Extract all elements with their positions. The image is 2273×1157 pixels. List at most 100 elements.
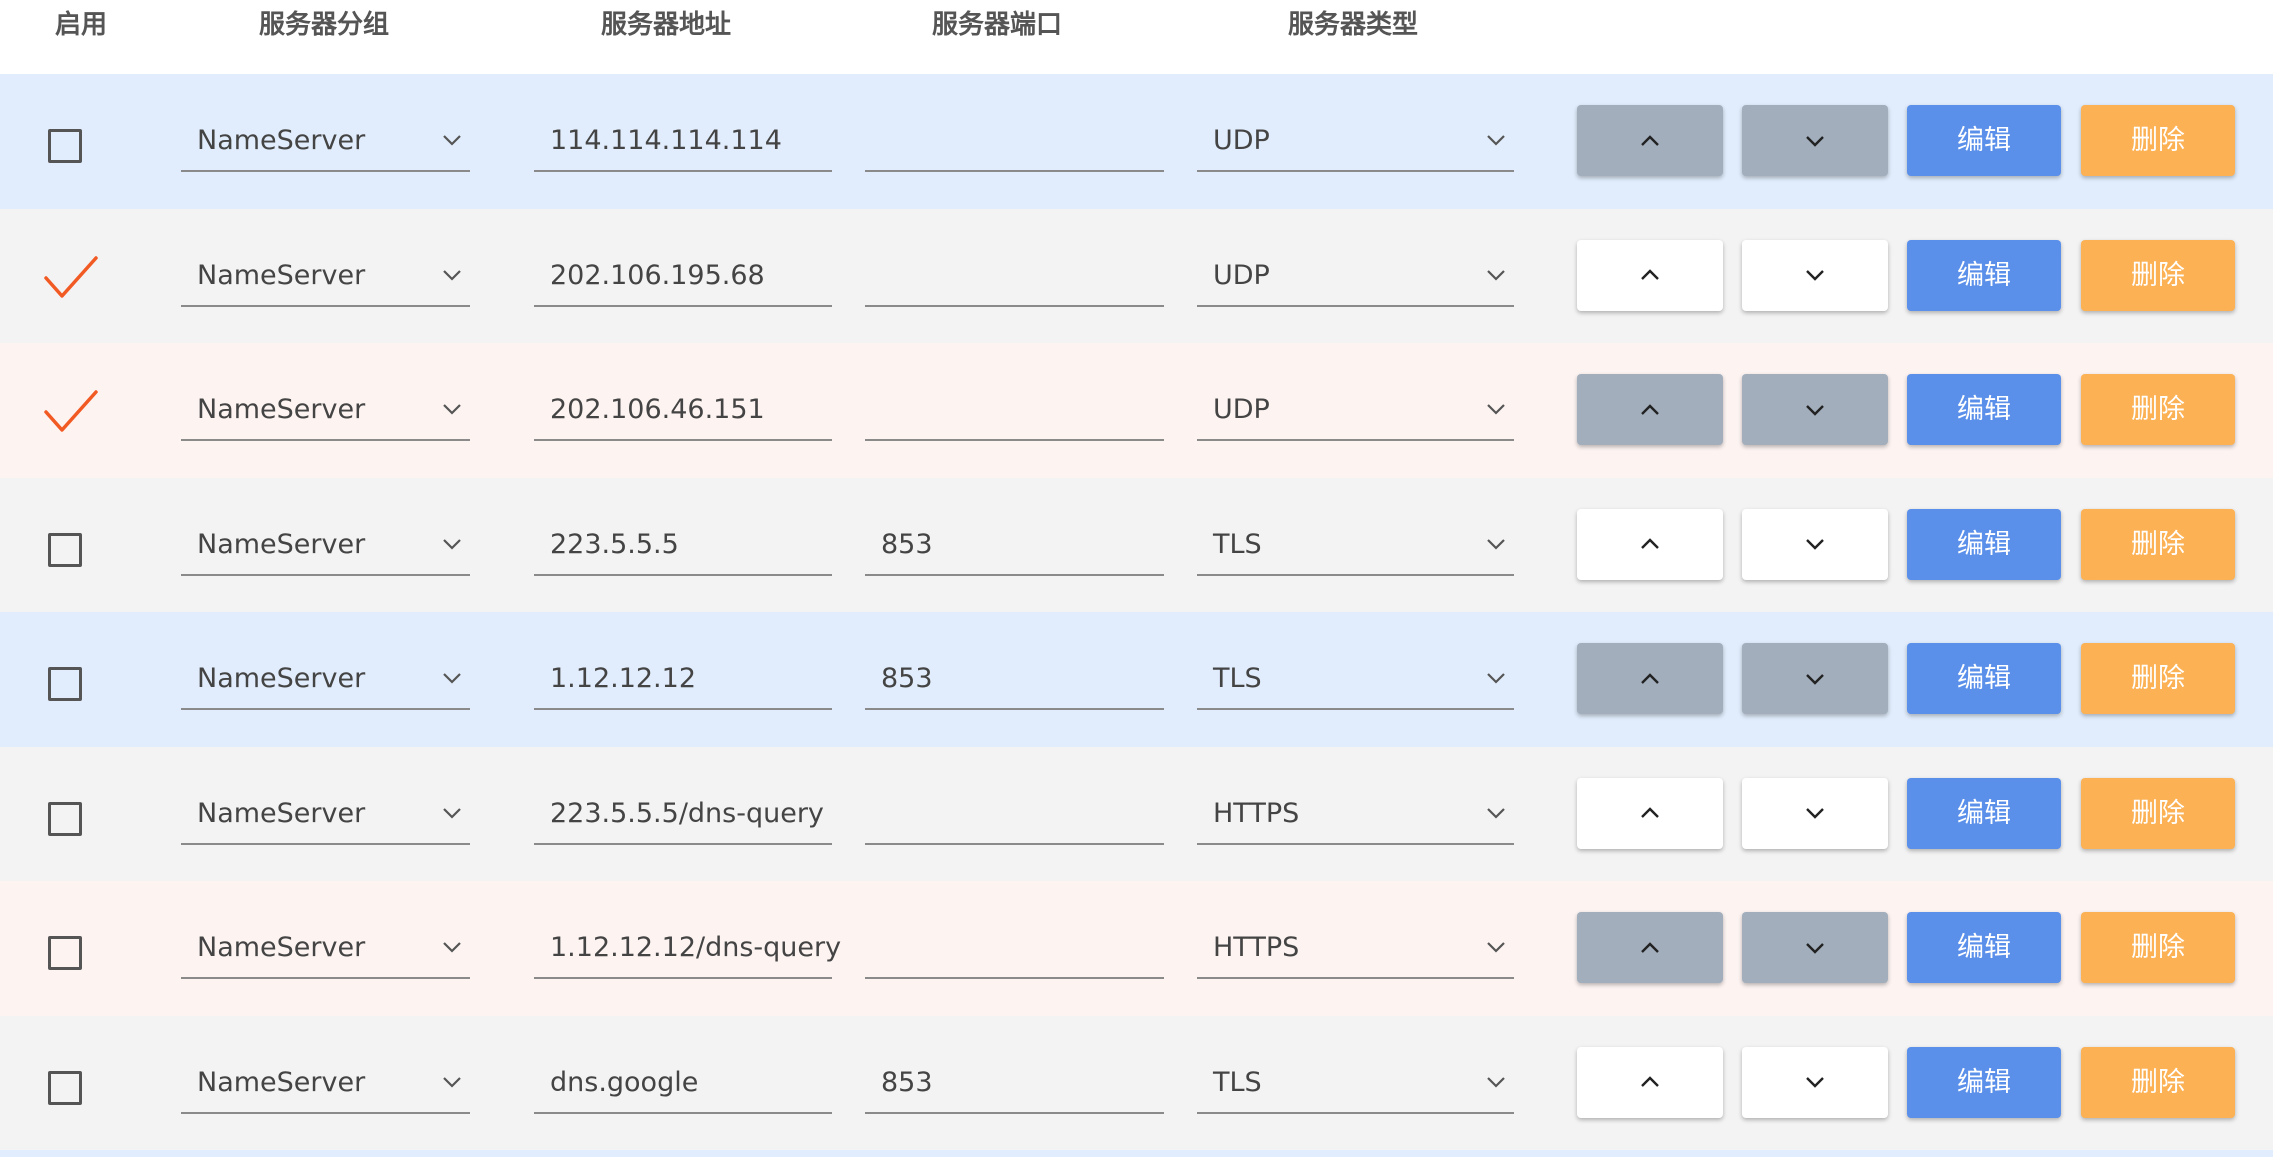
- move-down-button[interactable]: [1742, 643, 1888, 714]
- move-down-button[interactable]: [1742, 374, 1888, 445]
- address-input[interactable]: 223.5.5.5/dns-query: [534, 787, 832, 845]
- enabled-checkbox[interactable]: [44, 255, 98, 298]
- dns-server-list: 启用 服务器分组 服务器地址 服务器端口 服务器类型 NameServer 11…: [0, 0, 2273, 1157]
- chevron-up-icon: [1641, 538, 1659, 549]
- address-input[interactable]: dns.google: [534, 1056, 832, 1114]
- move-up-button[interactable]: [1577, 1046, 1723, 1118]
- address-input[interactable]: 1.12.12.12: [534, 652, 832, 710]
- type-select[interactable]: UDP: [1197, 114, 1514, 172]
- port-input[interactable]: [865, 249, 1164, 307]
- chevron-up-icon: [1641, 134, 1659, 146]
- address-input[interactable]: 202.106.195.68: [534, 249, 832, 307]
- port-input[interactable]: 853: [865, 518, 1164, 576]
- port-input[interactable]: [865, 383, 1164, 441]
- delete-button[interactable]: 删除: [2081, 777, 2235, 849]
- move-down-button[interactable]: [1742, 777, 1888, 849]
- move-up-button[interactable]: [1577, 912, 1723, 983]
- group-value: NameServer: [197, 125, 366, 156]
- delete-button[interactable]: 删除: [2081, 912, 2235, 983]
- edit-button[interactable]: 编辑: [1907, 374, 2061, 445]
- chevron-up-icon: [1641, 1076, 1659, 1087]
- edit-button[interactable]: 编辑: [1907, 105, 2061, 176]
- address-input[interactable]: 114.114.114.114: [534, 114, 832, 172]
- move-up-button[interactable]: [1577, 508, 1723, 580]
- move-down-button[interactable]: [1742, 1046, 1888, 1118]
- port-input[interactable]: 853: [865, 652, 1164, 710]
- port-input[interactable]: [865, 114, 1164, 172]
- group-select[interactable]: NameServer: [181, 383, 470, 441]
- port-input[interactable]: [865, 921, 1164, 979]
- move-down-button[interactable]: [1742, 105, 1888, 176]
- type-select[interactable]: UDP: [1197, 383, 1514, 441]
- type-value: TLS: [1213, 1066, 1262, 1098]
- address-value: 1.12.12.12: [550, 663, 696, 694]
- type-value: HTTPS: [1213, 932, 1300, 963]
- type-value: UDP: [1213, 259, 1270, 291]
- enabled-checkbox[interactable]: [48, 532, 82, 567]
- enabled-checkbox[interactable]: [48, 129, 82, 163]
- port-input[interactable]: [865, 787, 1164, 845]
- move-up-button[interactable]: [1577, 374, 1723, 445]
- chevron-up-icon: [1641, 807, 1659, 818]
- enabled-checkbox[interactable]: [44, 390, 98, 432]
- chevron-up-icon: [1641, 403, 1659, 415]
- port-value: 853: [881, 1066, 933, 1098]
- move-down-button[interactable]: [1742, 912, 1888, 983]
- type-select[interactable]: UDP: [1197, 249, 1514, 307]
- chevron-down-icon: [1806, 539, 1824, 550]
- delete-button[interactable]: 删除: [2081, 643, 2235, 714]
- chevron-down-icon: [1487, 538, 1505, 550]
- type-select[interactable]: TLS: [1197, 518, 1514, 576]
- group-select[interactable]: NameServer: [181, 114, 470, 172]
- move-down-button[interactable]: [1742, 508, 1888, 580]
- table-row: NameServer 202.106.46.151 UDP 编辑 删除: [0, 343, 2273, 478]
- delete-button[interactable]: 删除: [2081, 1046, 2235, 1118]
- edit-button[interactable]: 编辑: [1907, 643, 2061, 714]
- address-input[interactable]: 1.12.12.12/dns-query: [534, 921, 841, 979]
- move-up-button[interactable]: [1577, 239, 1723, 311]
- move-up-button[interactable]: [1577, 105, 1723, 176]
- delete-button[interactable]: 删除: [2081, 105, 2235, 176]
- port-input[interactable]: 853: [865, 1056, 1164, 1114]
- type-select[interactable]: HTTPS: [1197, 787, 1514, 845]
- delete-button[interactable]: 删除: [2081, 239, 2235, 311]
- move-up-button[interactable]: [1577, 777, 1723, 849]
- group-select[interactable]: NameServer: [181, 921, 470, 979]
- enabled-checkbox[interactable]: [48, 801, 82, 836]
- address-input[interactable]: 223.5.5.5: [534, 518, 832, 576]
- delete-button[interactable]: 删除: [2081, 508, 2235, 580]
- header-enabled: 启用: [55, 10, 108, 40]
- address-input[interactable]: 202.106.46.151: [534, 383, 832, 441]
- chevron-down-icon: [1487, 942, 1505, 953]
- chevron-down-icon: [443, 538, 461, 550]
- edit-button[interactable]: 编辑: [1907, 508, 2061, 580]
- chevron-down-icon: [443, 269, 461, 281]
- move-up-button[interactable]: [1577, 643, 1723, 714]
- enabled-checkbox[interactable]: [48, 667, 82, 701]
- group-select[interactable]: NameServer: [181, 1056, 470, 1114]
- address-value: 223.5.5.5/dns-query: [550, 797, 824, 829]
- delete-button[interactable]: 删除: [2081, 374, 2235, 445]
- edit-button[interactable]: 编辑: [1907, 912, 2061, 983]
- chevron-down-icon: [443, 1076, 461, 1088]
- edit-button[interactable]: 编辑: [1907, 777, 2061, 849]
- server-rows: NameServer 114.114.114.114 UDP 编辑 删除 Nam…: [0, 74, 2273, 1150]
- group-select[interactable]: NameServer: [181, 787, 470, 845]
- type-select[interactable]: TLS: [1197, 1056, 1514, 1114]
- port-value: 853: [881, 528, 933, 560]
- enabled-checkbox[interactable]: [48, 1070, 82, 1105]
- group-select[interactable]: NameServer: [181, 518, 470, 576]
- address-value: dns.google: [550, 1066, 699, 1098]
- edit-button[interactable]: 编辑: [1907, 239, 2061, 311]
- group-select[interactable]: NameServer: [181, 652, 470, 710]
- chevron-up-icon: [1641, 672, 1659, 684]
- table-row: NameServer 223.5.5.5/dns-query HTTPS 编辑 …: [0, 746, 2273, 881]
- type-select[interactable]: HTTPS: [1197, 921, 1514, 979]
- enabled-checkbox[interactable]: [48, 936, 82, 970]
- chevron-down-icon: [1806, 1077, 1824, 1088]
- edit-button[interactable]: 编辑: [1907, 1046, 2061, 1118]
- type-select[interactable]: TLS: [1197, 652, 1514, 710]
- group-select[interactable]: NameServer: [181, 249, 470, 307]
- move-down-button[interactable]: [1742, 239, 1888, 311]
- next-row-edge: [0, 1150, 2273, 1157]
